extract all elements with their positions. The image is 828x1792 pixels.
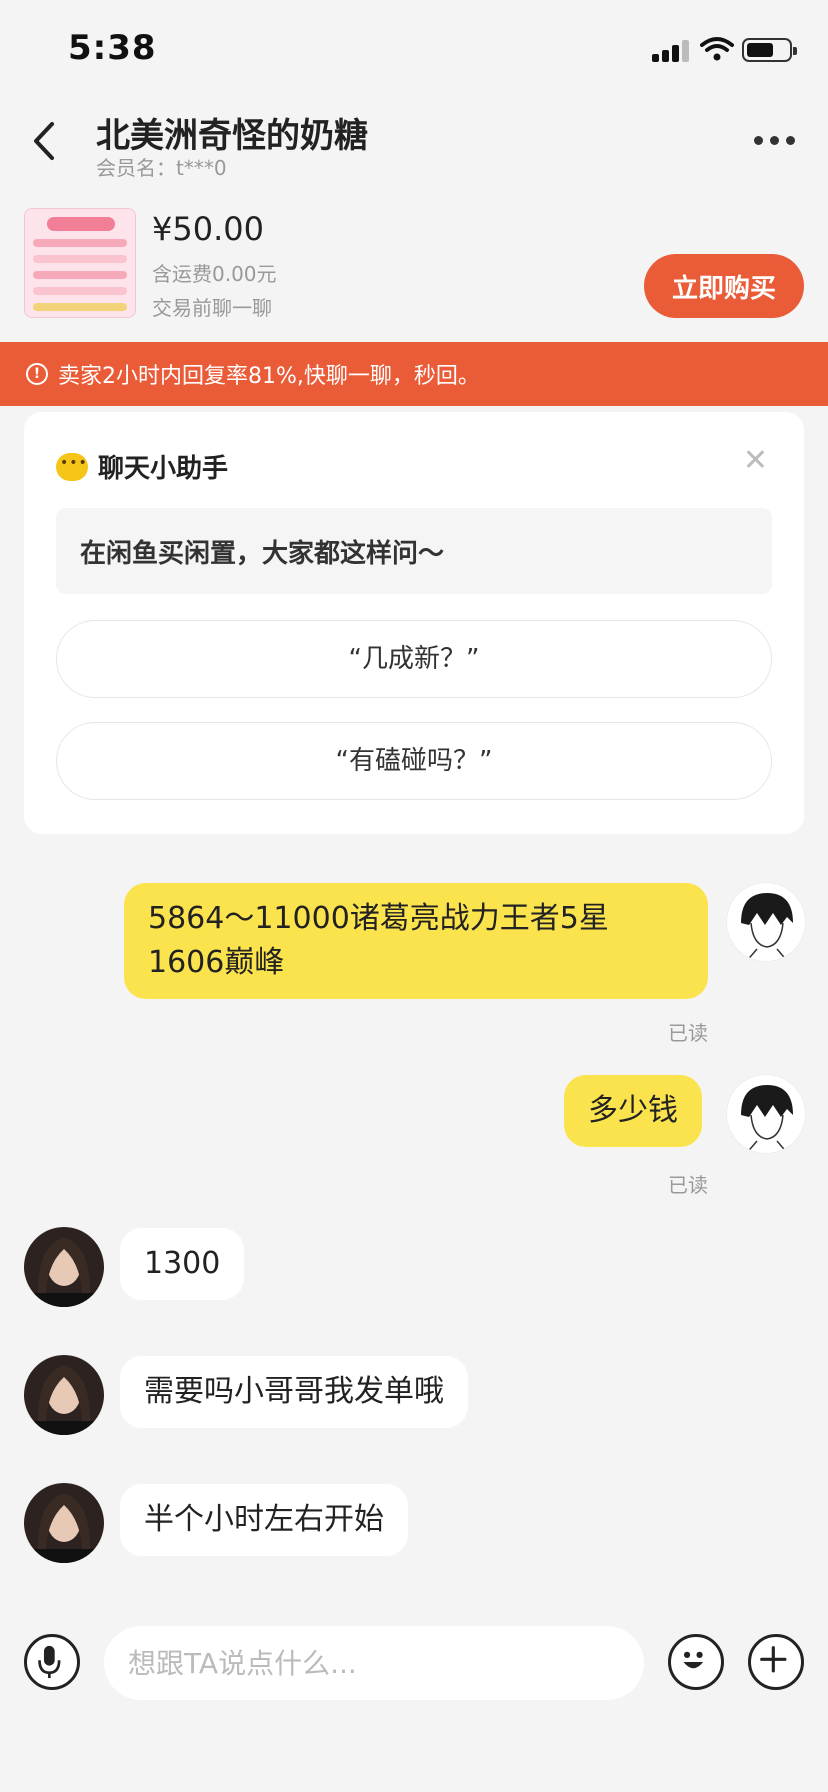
seller-avatar[interactable] [24, 1227, 104, 1307]
message-bubble[interactable]: 需要吗小哥哥我发单哦 [120, 1356, 468, 1428]
battery-icon [742, 38, 797, 62]
message-input[interactable] [104, 1626, 644, 1700]
seller-avatar[interactable] [24, 1483, 104, 1563]
assistant-header: 聊天小助手 [56, 448, 228, 485]
seller-avatar[interactable] [24, 1355, 104, 1435]
read-status: 已读 [668, 1021, 708, 1045]
suggestion-button[interactable]: “几成新？” [56, 620, 772, 698]
back-arrow-icon[interactable] [26, 116, 66, 166]
status-bar: 5:38 [0, 0, 828, 100]
read-status: 已读 [668, 1173, 708, 1197]
alert-icon: ! [26, 363, 48, 385]
reply-rate-notice: ! 卖家2小时内回复率81%,快聊一聊，秒回。 [0, 342, 828, 406]
chat-bubble-icon [56, 452, 88, 481]
product-bar: ¥50.00 含运费0.00元 交易前聊一聊 立即购买 [0, 200, 828, 330]
cellular-signal-icon [652, 38, 692, 62]
product-price: ¥50.00 [152, 210, 264, 248]
message-bubble[interactable]: 1300 [120, 1228, 245, 1300]
suggestion-button[interactable]: “有磕碰吗？” [56, 722, 772, 800]
status-time: 5:38 [68, 28, 157, 68]
assistant-hint: 在闲鱼买闲置，大家都这样问～ [56, 508, 772, 594]
chat-before-trade: 交易前聊一聊 [152, 296, 272, 320]
assistant-title: 聊天小助手 [98, 454, 229, 484]
buy-now-button[interactable]: 立即购买 [644, 254, 804, 318]
my-avatar[interactable] [726, 1074, 806, 1154]
conversation-title: 北美洲奇怪的奶糖 [96, 116, 368, 156]
message-bubble[interactable]: 5864～11000诸葛亮战力王者5星1606巅峰 [124, 883, 708, 999]
message-bubble[interactable]: 多少钱 [564, 1075, 702, 1147]
chat-assistant-card: 聊天小助手 ✕ 在闲鱼买闲置，大家都这样问～ “几成新？” “有磕碰吗？” [24, 412, 804, 834]
notice-text: 卖家2小时内回复率81%,快聊一聊，秒回。 [58, 364, 480, 389]
close-icon[interactable]: ✕ [743, 446, 768, 476]
product-thumbnail[interactable] [24, 208, 136, 318]
my-avatar[interactable] [726, 882, 806, 962]
microphone-icon[interactable] [24, 1634, 80, 1690]
add-icon[interactable] [748, 1634, 804, 1690]
shipping-fee: 含运费0.00元 [152, 262, 277, 286]
composer-bar [0, 1610, 828, 1720]
nav-bar: 北美洲奇怪的奶糖 会员名：t***0 [0, 100, 828, 180]
member-name: 会员名：t***0 [96, 156, 227, 180]
wifi-icon [700, 37, 734, 61]
emoji-icon[interactable] [668, 1634, 724, 1690]
more-options-icon[interactable] [754, 130, 798, 150]
message-bubble[interactable]: 半个小时左右开始 [120, 1484, 408, 1556]
